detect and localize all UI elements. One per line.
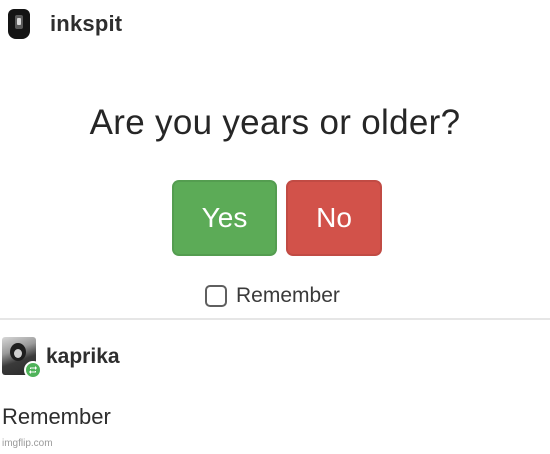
age-question: Are you years or older? <box>89 103 461 142</box>
no-button[interactable]: No <box>286 180 382 256</box>
post-divider <box>0 318 550 320</box>
reply-username[interactable]: kaprika <box>46 345 120 369</box>
reply-header: kaprika <box>2 336 120 379</box>
remember-option[interactable]: Remember <box>205 284 340 308</box>
yes-button[interactable]: Yes <box>172 180 277 256</box>
reply-avatar[interactable] <box>2 337 42 379</box>
user-avatar[interactable] <box>8 9 30 39</box>
post-username[interactable]: inkspit <box>50 11 122 37</box>
post-header: inkspit <box>8 6 122 42</box>
reply-text: Remember <box>2 404 111 429</box>
remember-checkbox[interactable] <box>205 285 227 307</box>
watermark: imgflip.com <box>2 438 53 449</box>
reblog-icon <box>24 361 42 379</box>
remember-label: Remember <box>236 284 340 307</box>
